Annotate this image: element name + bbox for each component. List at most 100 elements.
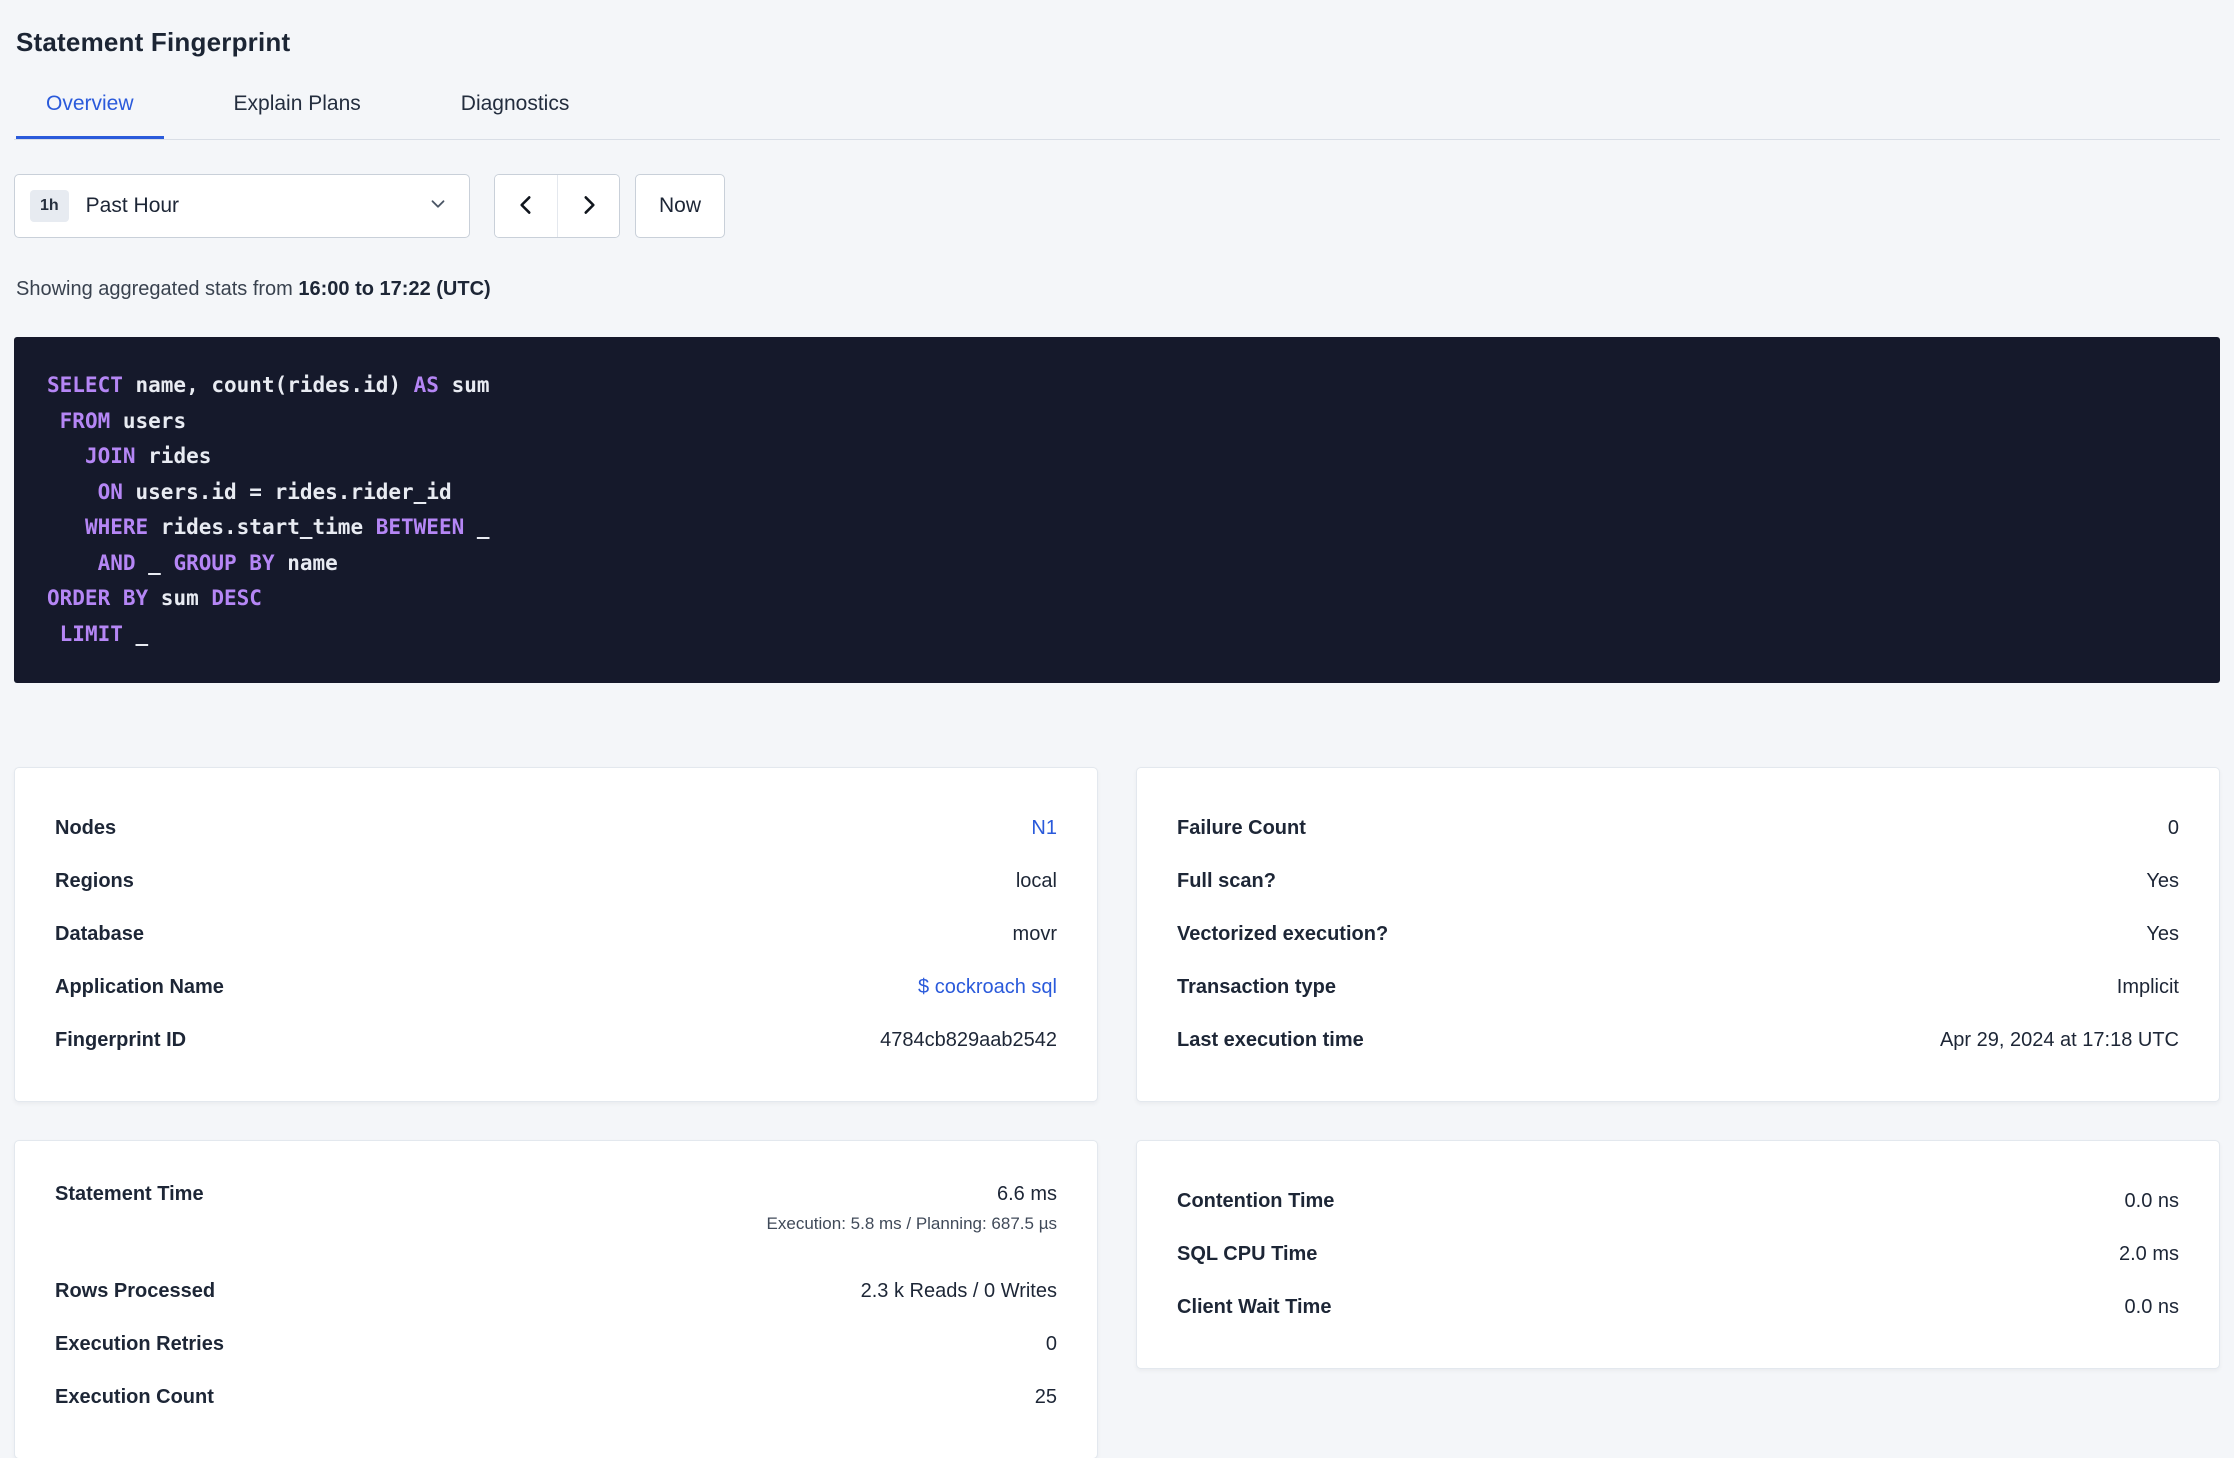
row-execution-count: Execution Count 25 (55, 1371, 1057, 1424)
row-value: Apr 29, 2024 at 17:18 UTC (1939, 1029, 2179, 1051)
sql-text: rides.start_time (148, 515, 376, 539)
row-label: Rows Processed (55, 1280, 216, 1302)
row-label: Application Name (55, 976, 224, 998)
row-statement-time: Statement Time 6.6 ms Execution: 5.8 ms … (55, 1175, 1057, 1265)
row-value: 0.0 ns (2124, 1296, 2179, 1318)
statement-fingerprint-page: Statement Fingerprint Overview Explain P… (0, 0, 2234, 1458)
row-nodes: Nodes N1 (55, 802, 1057, 855)
sql-keyword: ORDER BY (47, 586, 149, 610)
sql-keyword: ON (97, 479, 123, 504)
time-controls: 1h Past Hour Now (14, 174, 2220, 238)
tab-explain-plans[interactable]: Explain Plans (204, 92, 391, 139)
row-client-wait-time: Client Wait Time 0.0 ns (1177, 1281, 2179, 1334)
row-value: 2.3 k Reads / 0 Writes (860, 1280, 1057, 1302)
row-regions: Regions local (55, 855, 1057, 908)
prev-range-button[interactable] (495, 175, 557, 237)
row-value: 0 (2167, 817, 2179, 839)
row-contention-time: Contention Time 0.0 ns (1177, 1175, 2179, 1228)
row-database: Database movr (55, 908, 1057, 961)
row-label: Failure Count (1177, 817, 1306, 839)
row-label: Client Wait Time (1177, 1296, 1332, 1318)
row-value: 2.0 ms (2118, 1243, 2179, 1265)
range-pager (494, 174, 620, 238)
page-title: Statement Fingerprint (16, 27, 291, 57)
next-range-button[interactable] (557, 175, 619, 237)
sql-text: sum (148, 586, 212, 610)
row-rows-processed: Rows Processed 2.3 k Reads / 0 Writes (55, 1265, 1057, 1318)
row-label: Execution Count (55, 1386, 214, 1408)
row-value: movr (1012, 923, 1057, 945)
sql-keyword: WHERE (84, 515, 149, 539)
aggregated-stats-line: Showing aggregated stats from 16:00 to 1… (16, 278, 2220, 301)
sql-keyword: JOIN (84, 444, 136, 468)
sql-keyword: DESC (211, 586, 262, 610)
row-label: Contention Time (1177, 1190, 1335, 1212)
time-range-label: Past Hour (85, 194, 180, 217)
sql-keyword: BETWEEN (375, 515, 465, 539)
tab-overview[interactable]: Overview (16, 92, 164, 139)
statement-details-card: Nodes N1 Regions local Database movr App… (14, 767, 1098, 1102)
chevron-down-icon (427, 193, 449, 220)
sql-text: sum (438, 373, 490, 397)
statement-time-breakdown: Execution: 5.8 ms / Planning: 687.5 µs (766, 1214, 1057, 1233)
sql-text: users.id = rides.rider_id (122, 479, 452, 504)
row-vectorized-execution: Vectorized execution? Yes (1177, 908, 2179, 961)
row-value: Implicit (2116, 976, 2179, 998)
row-label: Statement Time (55, 1183, 204, 1205)
application-name-link[interactable]: $ cockroach sql (918, 976, 1057, 999)
sql-line: JOIN rides (47, 439, 2187, 475)
row-fingerprint-id: Fingerprint ID 4784cb829aab2542 (55, 1014, 1057, 1067)
row-application-name: Application Name $ cockroach sql (55, 961, 1057, 1014)
row-label: Nodes (55, 817, 117, 839)
sql-text: name, count(rides.id) (122, 373, 414, 397)
row-value: 4784cb829aab2542 (880, 1029, 1057, 1051)
sql-text: _ (122, 621, 149, 646)
sql-line: FROM users (47, 404, 2187, 440)
sql-keyword: FROM (59, 408, 111, 433)
row-label: Transaction type (1177, 976, 1336, 998)
row-label: Database (55, 923, 144, 945)
sql-line: LIMIT _ (47, 617, 2187, 653)
sql-keyword: AS (413, 373, 439, 397)
execution-attributes-card: Failure Count 0 Full scan? Yes Vectorize… (1136, 767, 2220, 1102)
stats-line-range: 16:00 to 17:22 (UTC) (298, 278, 491, 300)
row-label: Full scan? (1177, 870, 1276, 892)
performance-cards-row: Statement Time 6.6 ms Execution: 5.8 ms … (14, 1140, 2220, 1458)
now-button[interactable]: Now (635, 174, 726, 238)
row-label: Vectorized execution? (1177, 923, 1389, 945)
row-label: Fingerprint ID (55, 1029, 187, 1051)
sql-statement-box: SELECT name, count(rides.id) AS sum FROM… (14, 337, 2220, 683)
stats-line-prefix: Showing aggregated stats from (16, 278, 299, 300)
row-value: 0 (1045, 1333, 1057, 1355)
tab-diagnostics[interactable]: Diagnostics (431, 92, 600, 139)
row-transaction-type: Transaction type Implicit (1177, 961, 2179, 1014)
sql-text: rides (135, 444, 212, 468)
interval-badge: 1h (30, 190, 69, 222)
time-range-dropdown[interactable]: 1h Past Hour (14, 174, 470, 238)
row-value: Yes (2146, 923, 2179, 945)
chevron-right-icon (576, 192, 602, 221)
sql-keyword: AND (97, 550, 136, 575)
nodes-link[interactable]: N1 (1031, 817, 1057, 840)
sql-keyword: LIMIT (59, 621, 123, 646)
sql-line: AND _ GROUP BY name (47, 546, 2187, 582)
row-label: Regions (55, 870, 134, 892)
row-last-execution-time: Last execution time Apr 29, 2024 at 17:1… (1177, 1014, 2179, 1067)
row-full-scan: Full scan? Yes (1177, 855, 2179, 908)
sql-keyword: SELECT (47, 373, 123, 397)
sql-line: ON users.id = rides.rider_id (47, 475, 2187, 511)
sql-text: name (274, 550, 338, 575)
row-value: 25 (1034, 1386, 1057, 1408)
row-value: 0.0 ns (2124, 1190, 2179, 1212)
row-value: 6.6 ms (996, 1183, 1057, 1205)
sql-keyword: GROUP BY (173, 550, 275, 575)
row-label: SQL CPU Time (1177, 1243, 1318, 1265)
row-execution-retries: Execution Retries 0 (55, 1318, 1057, 1371)
row-value: Yes (2146, 870, 2179, 892)
sql-text: users (110, 408, 187, 433)
sql-text: _ (464, 515, 490, 539)
